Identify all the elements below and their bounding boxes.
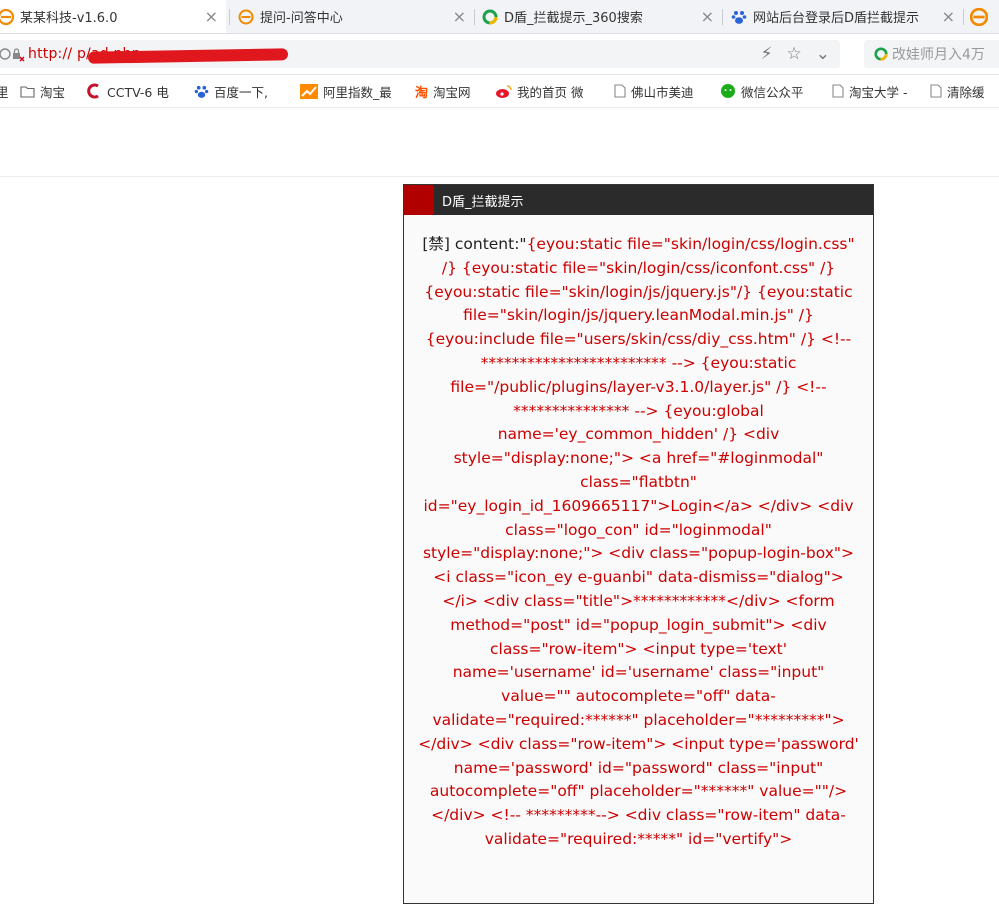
tab-2[interactable]: 提问-问答中心 ×: [238, 0, 474, 33]
page-header-band: [0, 108, 999, 177]
360-search-icon: [874, 47, 888, 61]
tab-5-partial[interactable]: [970, 0, 999, 33]
folder-icon: [20, 85, 35, 98]
browser-e-icon: [0, 8, 14, 25]
tab-separator: [963, 9, 964, 25]
dialog-message: [禁] content:"{eyou:static file="skin/log…: [404, 215, 873, 852]
url-text: http:// p/ad.php: [28, 46, 289, 64]
tab-active[interactable]: 某某科技-v1.6.0 ×: [0, 0, 226, 33]
bookmark-label: 佛山市美迪: [631, 84, 694, 100]
close-icon[interactable]: ×: [205, 7, 218, 26]
bookmark-label: 里: [0, 82, 9, 101]
page-icon: [930, 84, 942, 98]
insecure-lock-icon: [0, 46, 26, 62]
bookmark-label: 清除缓: [947, 84, 985, 100]
browser-tab-strip: 某某科技-v1.6.0 × 提问-问答中心 × D盾_拦截提示_360搜索 × …: [0, 0, 999, 34]
bookmark-item[interactable]: 微信公众平: [720, 75, 804, 107]
tab-4[interactable]: 网站后台登录后D盾拦截提示 ×: [731, 0, 963, 33]
url-actions: ⚡ ☆ ⌄: [761, 44, 830, 64]
star-icon[interactable]: ☆: [787, 44, 802, 64]
url-field[interactable]: http:// p/ad.php ⚡ ☆ ⌄: [0, 40, 840, 68]
bookmark-item[interactable]: 淘宝大学 -: [832, 75, 907, 107]
bookmark-label: 我的首页 微: [517, 84, 584, 100]
bookmark-item[interactable]: 淘宝: [20, 75, 65, 107]
dialog-title-accent: [404, 185, 434, 215]
bookmark-item[interactable]: 淘 淘宝网: [415, 75, 471, 107]
bookmark-label: 阿里指数_最: [323, 84, 392, 100]
tab-title: 提问-问答中心: [260, 11, 343, 26]
taobao-icon: 淘: [415, 85, 429, 101]
tab-separator: [229, 9, 230, 25]
tab-title: 网站后台登录后D盾拦截提示: [753, 11, 920, 26]
page-icon: [614, 84, 626, 98]
bookmark-item[interactable]: 我的首页 微: [495, 75, 583, 107]
bookmark-item[interactable]: 阿里指数_最: [300, 75, 392, 107]
dialog-titlebar: D盾_拦截提示: [404, 185, 873, 215]
close-icon[interactable]: ×: [453, 7, 466, 26]
bookmark-label: 淘宝网: [433, 84, 471, 100]
search-input[interactable]: 改娃师月入4万: [864, 40, 999, 68]
chevron-down-icon[interactable]: ⌄: [816, 44, 830, 64]
bookmark-item[interactable]: 清除缓: [930, 75, 985, 107]
bookmark-label: 淘宝: [40, 84, 66, 100]
bookmarks-bar: 里 淘宝 CCTV-6 电 百度一下, 阿里指数_最 淘 淘宝网 我的首页 微: [0, 75, 999, 108]
tab-title: D盾_拦截提示_360搜索: [504, 11, 643, 26]
weibo-icon: [495, 84, 512, 99]
cctv-icon: [86, 83, 102, 99]
browser-e-icon: [970, 7, 988, 26]
search-placeholder: 改娃师月入4万: [892, 47, 985, 63]
bookmark-label: 淘宝大学 -: [849, 84, 908, 100]
blocked-content: {eyou:static file="skin/login/css/login.…: [418, 235, 859, 848]
browser-e-icon: [238, 9, 254, 25]
bookmark-item[interactable]: 里: [0, 75, 9, 107]
block-lead: [禁] content:": [422, 235, 527, 253]
baidu-paw-icon: [194, 84, 209, 99]
close-icon[interactable]: ×: [701, 7, 714, 26]
bookmark-item[interactable]: 百度一下,: [194, 75, 268, 107]
lightning-icon[interactable]: ⚡: [761, 44, 773, 64]
360-search-icon: [482, 9, 498, 25]
tab-separator: [722, 9, 723, 25]
address-bar: http:// p/ad.php ⚡ ☆ ⌄ 改娃师月入4万: [0, 34, 999, 75]
dialog-title: D盾_拦截提示: [442, 194, 524, 210]
tab-3[interactable]: D盾_拦截提示_360搜索 ×: [482, 0, 722, 33]
tab-separator: [474, 9, 475, 25]
bookmark-label: 百度一下,: [214, 84, 268, 100]
bookmark-item[interactable]: CCTV-6 电: [86, 75, 169, 107]
d-shield-block-dialog: D盾_拦截提示 [禁] content:"{eyou:static file="…: [403, 184, 874, 904]
tab-title: 某某科技-v1.6.0: [20, 11, 118, 26]
wechat-icon: [720, 83, 736, 99]
baidu-paw-icon: [731, 9, 747, 25]
close-icon[interactable]: ×: [942, 7, 955, 26]
redaction-mark: [87, 48, 289, 64]
page-icon: [832, 84, 844, 98]
bookmark-item[interactable]: 佛山市美迪: [614, 75, 694, 107]
alizhishu-icon: [300, 83, 318, 99]
bookmark-label: CCTV-6 电: [107, 84, 169, 100]
bookmark-label: 微信公众平: [741, 84, 804, 100]
